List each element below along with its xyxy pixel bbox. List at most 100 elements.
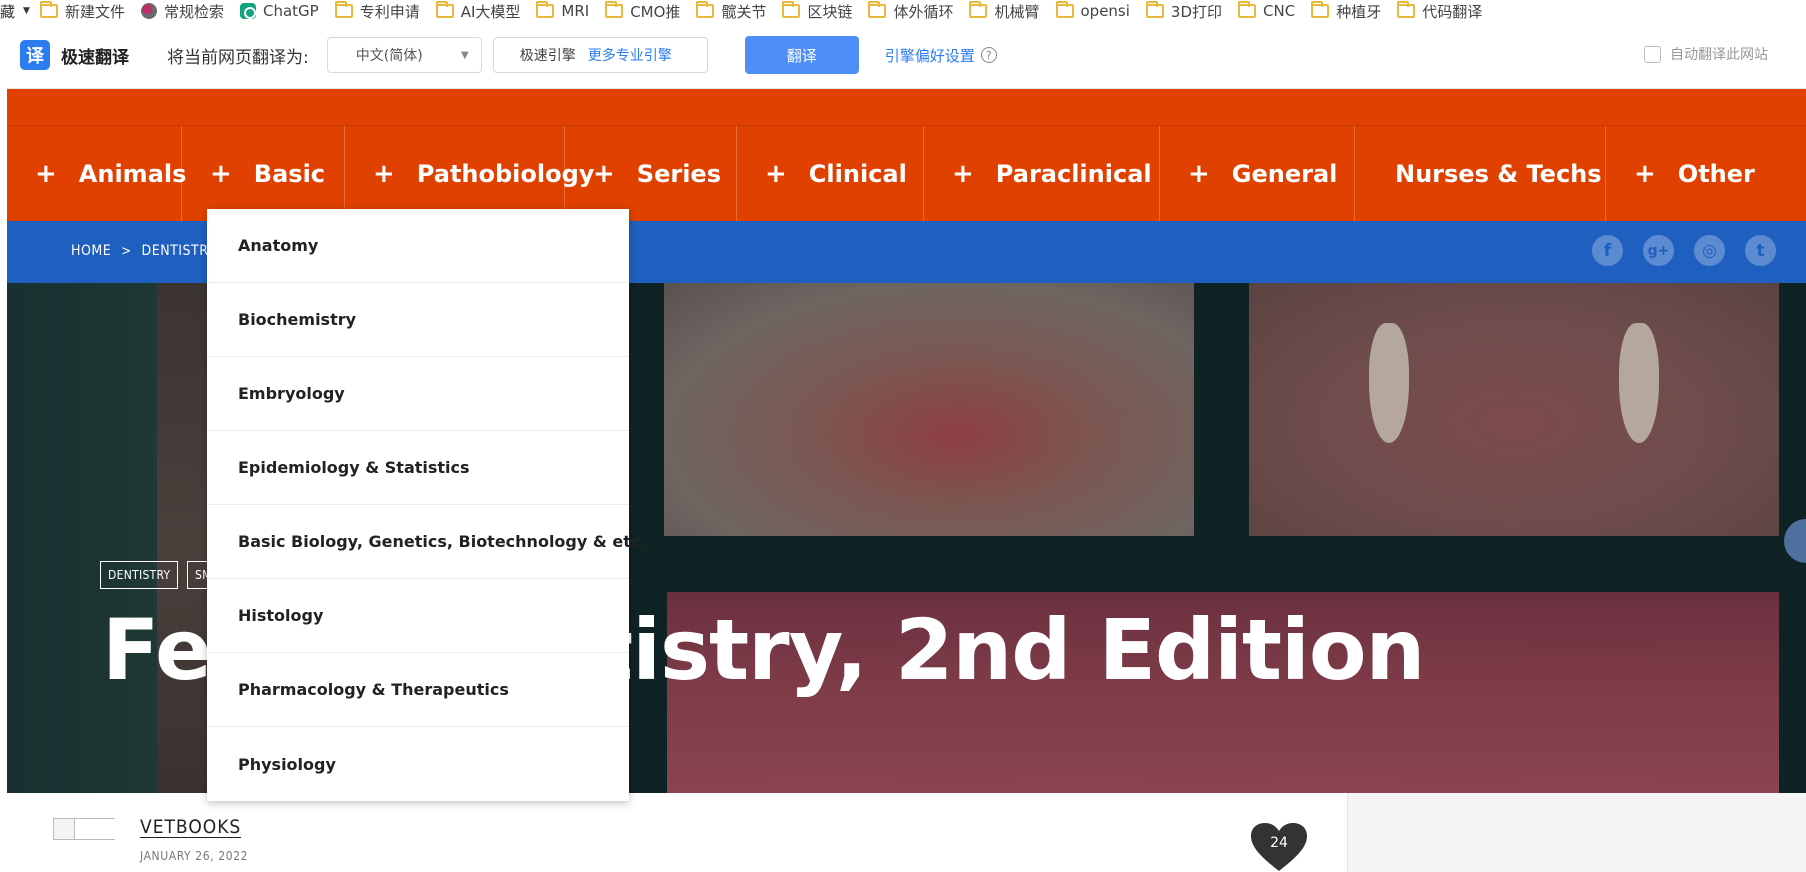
- facebook-icon[interactable]: f: [1592, 235, 1623, 266]
- nav-item-nurses-techs[interactable]: Nurses & Techs: [1355, 126, 1606, 221]
- bookmark-item[interactable]: MRI: [536, 1, 590, 20]
- plus-icon: +: [1188, 158, 1210, 189]
- instagram-icon[interactable]: ◎: [1694, 235, 1725, 266]
- avatar[interactable]: [53, 818, 115, 840]
- folder-icon: [334, 1, 353, 18]
- nav-item-animals[interactable]: + Animals: [7, 126, 186, 221]
- menu-item[interactable]: Biochemistry: [207, 283, 629, 357]
- bookmark-item[interactable]: 区块链: [782, 1, 852, 22]
- folder-icon: [536, 1, 555, 18]
- engine-name: 极速引擎: [519, 48, 576, 64]
- auto-translate-checkbox[interactable]: [1644, 45, 1661, 63]
- bookmark-item[interactable]: 3D打印: [1145, 1, 1222, 22]
- bookmarks-bar: 藏 ▼ 新建文件 常规检索 ChatGP 专利申请 AI大模型 MRI CMO推…: [0, 0, 1806, 22]
- bookmark-label: 机械臂: [994, 2, 1040, 21]
- menu-item[interactable]: Epidemiology & Statistics: [207, 431, 629, 505]
- nav-item-label: Other: [1677, 159, 1755, 188]
- menu-item[interactable]: Histology: [207, 579, 629, 653]
- bookmark-item[interactable]: 种植牙: [1311, 1, 1381, 22]
- auto-translate-label: 自动翻译此网站: [1670, 47, 1768, 63]
- folder-icon: [782, 1, 801, 18]
- folder-icon: [435, 1, 454, 18]
- folder-icon: [969, 1, 988, 18]
- folder-icon: [868, 1, 887, 18]
- engine-selector[interactable]: 极速引擎 更多专业引擎: [492, 37, 708, 73]
- bookmark-item[interactable]: opensi: [1055, 1, 1130, 20]
- category-tag[interactable]: DENTISTRY: [100, 561, 179, 589]
- bookmark-item[interactable]: ChatGP: [239, 2, 319, 20]
- bookmark-label: 新建文件: [64, 2, 125, 21]
- plus-icon: +: [35, 158, 57, 189]
- translate-button[interactable]: 翻译: [744, 36, 859, 74]
- bookmarks-menu[interactable]: 藏 ▼: [0, 1, 30, 22]
- author-link[interactable]: VETBOOKS: [140, 817, 242, 838]
- bookmark-label: 专利申请: [359, 2, 420, 21]
- folder-icon: [605, 1, 624, 18]
- bookmark-item[interactable]: 体外循环: [868, 1, 953, 22]
- post-date: JANUARY 26, 2022: [140, 849, 249, 863]
- nav-item-general[interactable]: + General: [1160, 126, 1355, 221]
- nav-item-label: Paraclinical: [995, 159, 1152, 188]
- nav-item-paraclinical[interactable]: + Paraclinical: [924, 126, 1160, 221]
- engine-preferences-link[interactable]: 引擎偏好设置 ?: [885, 45, 997, 66]
- bookmark-item[interactable]: 新建文件: [39, 1, 125, 22]
- folder-icon: [1238, 1, 1257, 18]
- translate-logo-icon: 译: [20, 40, 50, 70]
- folder-icon: [39, 1, 58, 18]
- plus-icon: +: [952, 158, 974, 189]
- help-icon[interactable]: ?: [980, 47, 997, 63]
- bookmark-item[interactable]: AI大模型: [435, 1, 520, 22]
- bookmark-item[interactable]: 机械臂: [969, 1, 1040, 22]
- bookmark-label: opensi: [1080, 2, 1130, 20]
- breadcrumb-home[interactable]: HOME: [71, 243, 111, 259]
- bookmark-label: CMO推: [630, 2, 681, 21]
- teeth-photo: [1249, 283, 1779, 536]
- plus-icon: +: [1634, 158, 1656, 189]
- nav-item-label: Animals: [78, 159, 187, 188]
- nav-item-label: General: [1231, 159, 1338, 188]
- bookmark-item[interactable]: 代码翻译: [1397, 1, 1482, 22]
- target-language-select[interactable]: 中文(简体) ▼: [326, 37, 482, 73]
- auto-translate-option[interactable]: 自动翻译此网站: [1644, 44, 1768, 64]
- bookmark-label: 体外循环: [893, 2, 954, 21]
- bookmark-item[interactable]: CNC: [1238, 1, 1295, 20]
- breadcrumb-separator: >: [121, 243, 132, 259]
- bookmark-item[interactable]: 常规检索: [140, 1, 224, 22]
- menu-item[interactable]: Embryology: [207, 357, 629, 431]
- post-meta: VETBOOKS JANUARY 26, 2022 24: [7, 793, 1347, 872]
- bookmarks-lead-label: 藏: [0, 2, 16, 21]
- more-engines-link[interactable]: 更多专业引擎: [588, 45, 672, 65]
- nav-item-series[interactable]: + Series: [565, 126, 737, 221]
- bookmark-label: 髋关节: [721, 2, 767, 21]
- translate-prompt-label: 将当前网页翻译为:: [167, 47, 309, 68]
- nav-item-other[interactable]: + Other: [1606, 126, 1806, 221]
- menu-item[interactable]: Basic Biology, Genetics, Biotechnology &…: [207, 505, 646, 579]
- scroll-button[interactable]: [1784, 519, 1806, 563]
- twitter-icon[interactable]: t: [1745, 235, 1776, 266]
- menu-item[interactable]: Anatomy: [207, 209, 629, 283]
- folder-icon: [696, 1, 715, 18]
- menu-item[interactable]: Pharmacology & Therapeutics: [207, 653, 629, 727]
- plus-icon: +: [593, 158, 615, 189]
- top-strip: [7, 89, 1806, 126]
- bookmark-label: 代码翻译: [1422, 2, 1483, 21]
- bookmark-item[interactable]: CMO推: [605, 1, 680, 22]
- nav-item-clinical[interactable]: + Clinical: [737, 126, 924, 221]
- nav-item-basic[interactable]: + Basic: [182, 126, 345, 221]
- fang-shape: [1619, 323, 1659, 443]
- bookmark-label: 种植牙: [1336, 2, 1382, 21]
- target-language-value: 中文(简体): [355, 48, 423, 64]
- chevron-down-icon: ▼: [461, 49, 469, 61]
- breadcrumb-current[interactable]: DENTISTRY: [142, 243, 216, 259]
- bookmark-label: 区块链: [807, 2, 853, 21]
- plus-icon: +: [765, 158, 787, 189]
- surgery-photo: [664, 283, 1194, 536]
- bookmark-label: MRI: [561, 2, 590, 20]
- hero-background: [7, 283, 182, 793]
- nav-item-pathobiology[interactable]: + Pathobiology: [345, 126, 594, 221]
- translate-bar: 译 极速翻译 将当前网页翻译为: 中文(简体) ▼ 极速引擎 更多专业引擎 翻译…: [7, 22, 1806, 89]
- bookmark-item[interactable]: 髋关节: [696, 1, 766, 22]
- bookmark-item[interactable]: 专利申请: [334, 1, 420, 22]
- menu-item[interactable]: Physiology: [207, 727, 629, 801]
- google-plus-icon[interactable]: g+: [1643, 235, 1674, 266]
